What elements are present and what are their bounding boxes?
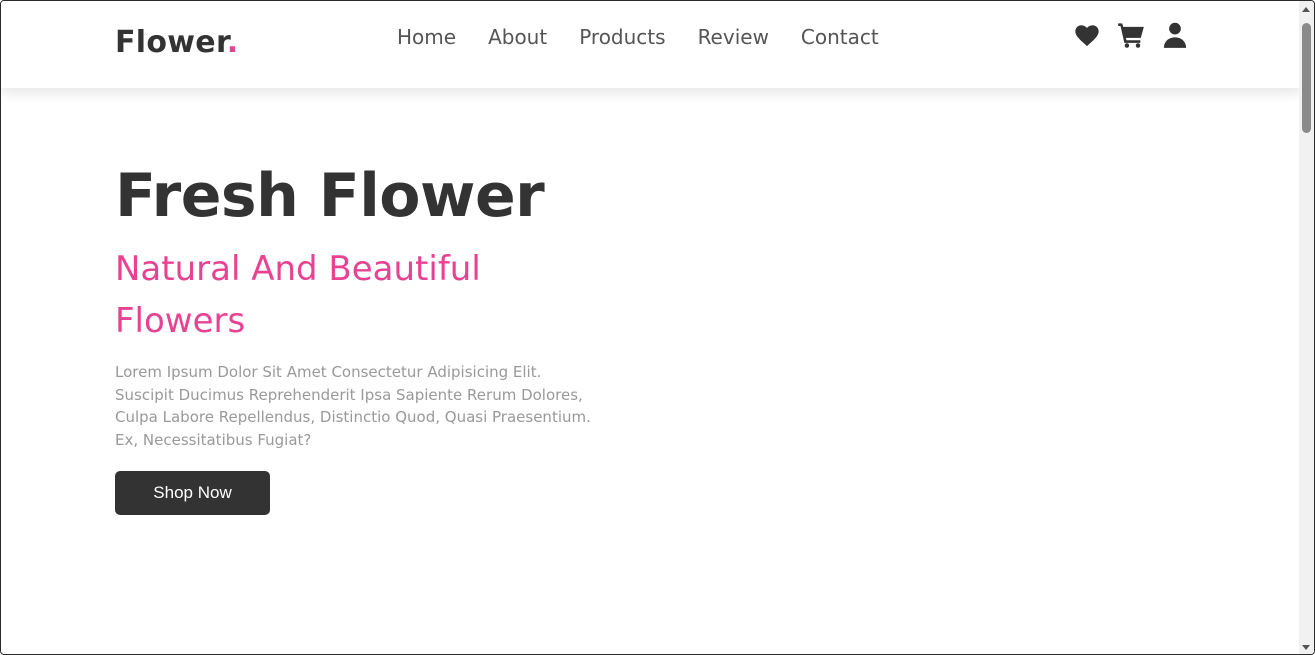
nav-link-products[interactable]: Products <box>579 23 665 51</box>
hero-subtitle: Natural And Beautiful Flowers <box>115 249 481 341</box>
header-icons <box>1073 21 1189 49</box>
user-icon[interactable] <box>1161 21 1189 49</box>
nav-link-contact[interactable]: Contact <box>801 23 879 51</box>
scrollbar-thumb[interactable] <box>1302 23 1311 133</box>
hero-section: Fresh Flower Natural And Beautiful Flowe… <box>115 161 615 515</box>
logo[interactable]: Flower. <box>115 25 238 60</box>
nav-link-review[interactable]: Review <box>698 23 769 51</box>
logo-dot: . <box>226 25 239 60</box>
vertical-scrollbar[interactable] <box>1299 1 1314 654</box>
hero-title: Fresh Flower <box>115 161 545 231</box>
nav-link-home[interactable]: Home <box>397 23 456 51</box>
nav-link-about[interactable]: About <box>488 23 547 51</box>
hero-description: Lorem Ipsum Dolor Sit Amet Consectetur A… <box>115 363 591 449</box>
scroll-down-arrow-icon[interactable] <box>1302 645 1310 650</box>
scroll-up-arrow-icon[interactable] <box>1302 7 1310 12</box>
main-nav: Home About Products Review Contact <box>397 23 911 51</box>
browser-viewport: Flower. Home About Products Review Conta… <box>0 0 1315 655</box>
logo-text: Flower <box>115 25 227 60</box>
site-header: Flower. Home About Products Review Conta… <box>1 1 1301 88</box>
shop-now-button[interactable]: Shop Now <box>115 471 270 515</box>
heart-icon[interactable] <box>1073 21 1101 49</box>
cart-icon[interactable] <box>1117 21 1145 49</box>
